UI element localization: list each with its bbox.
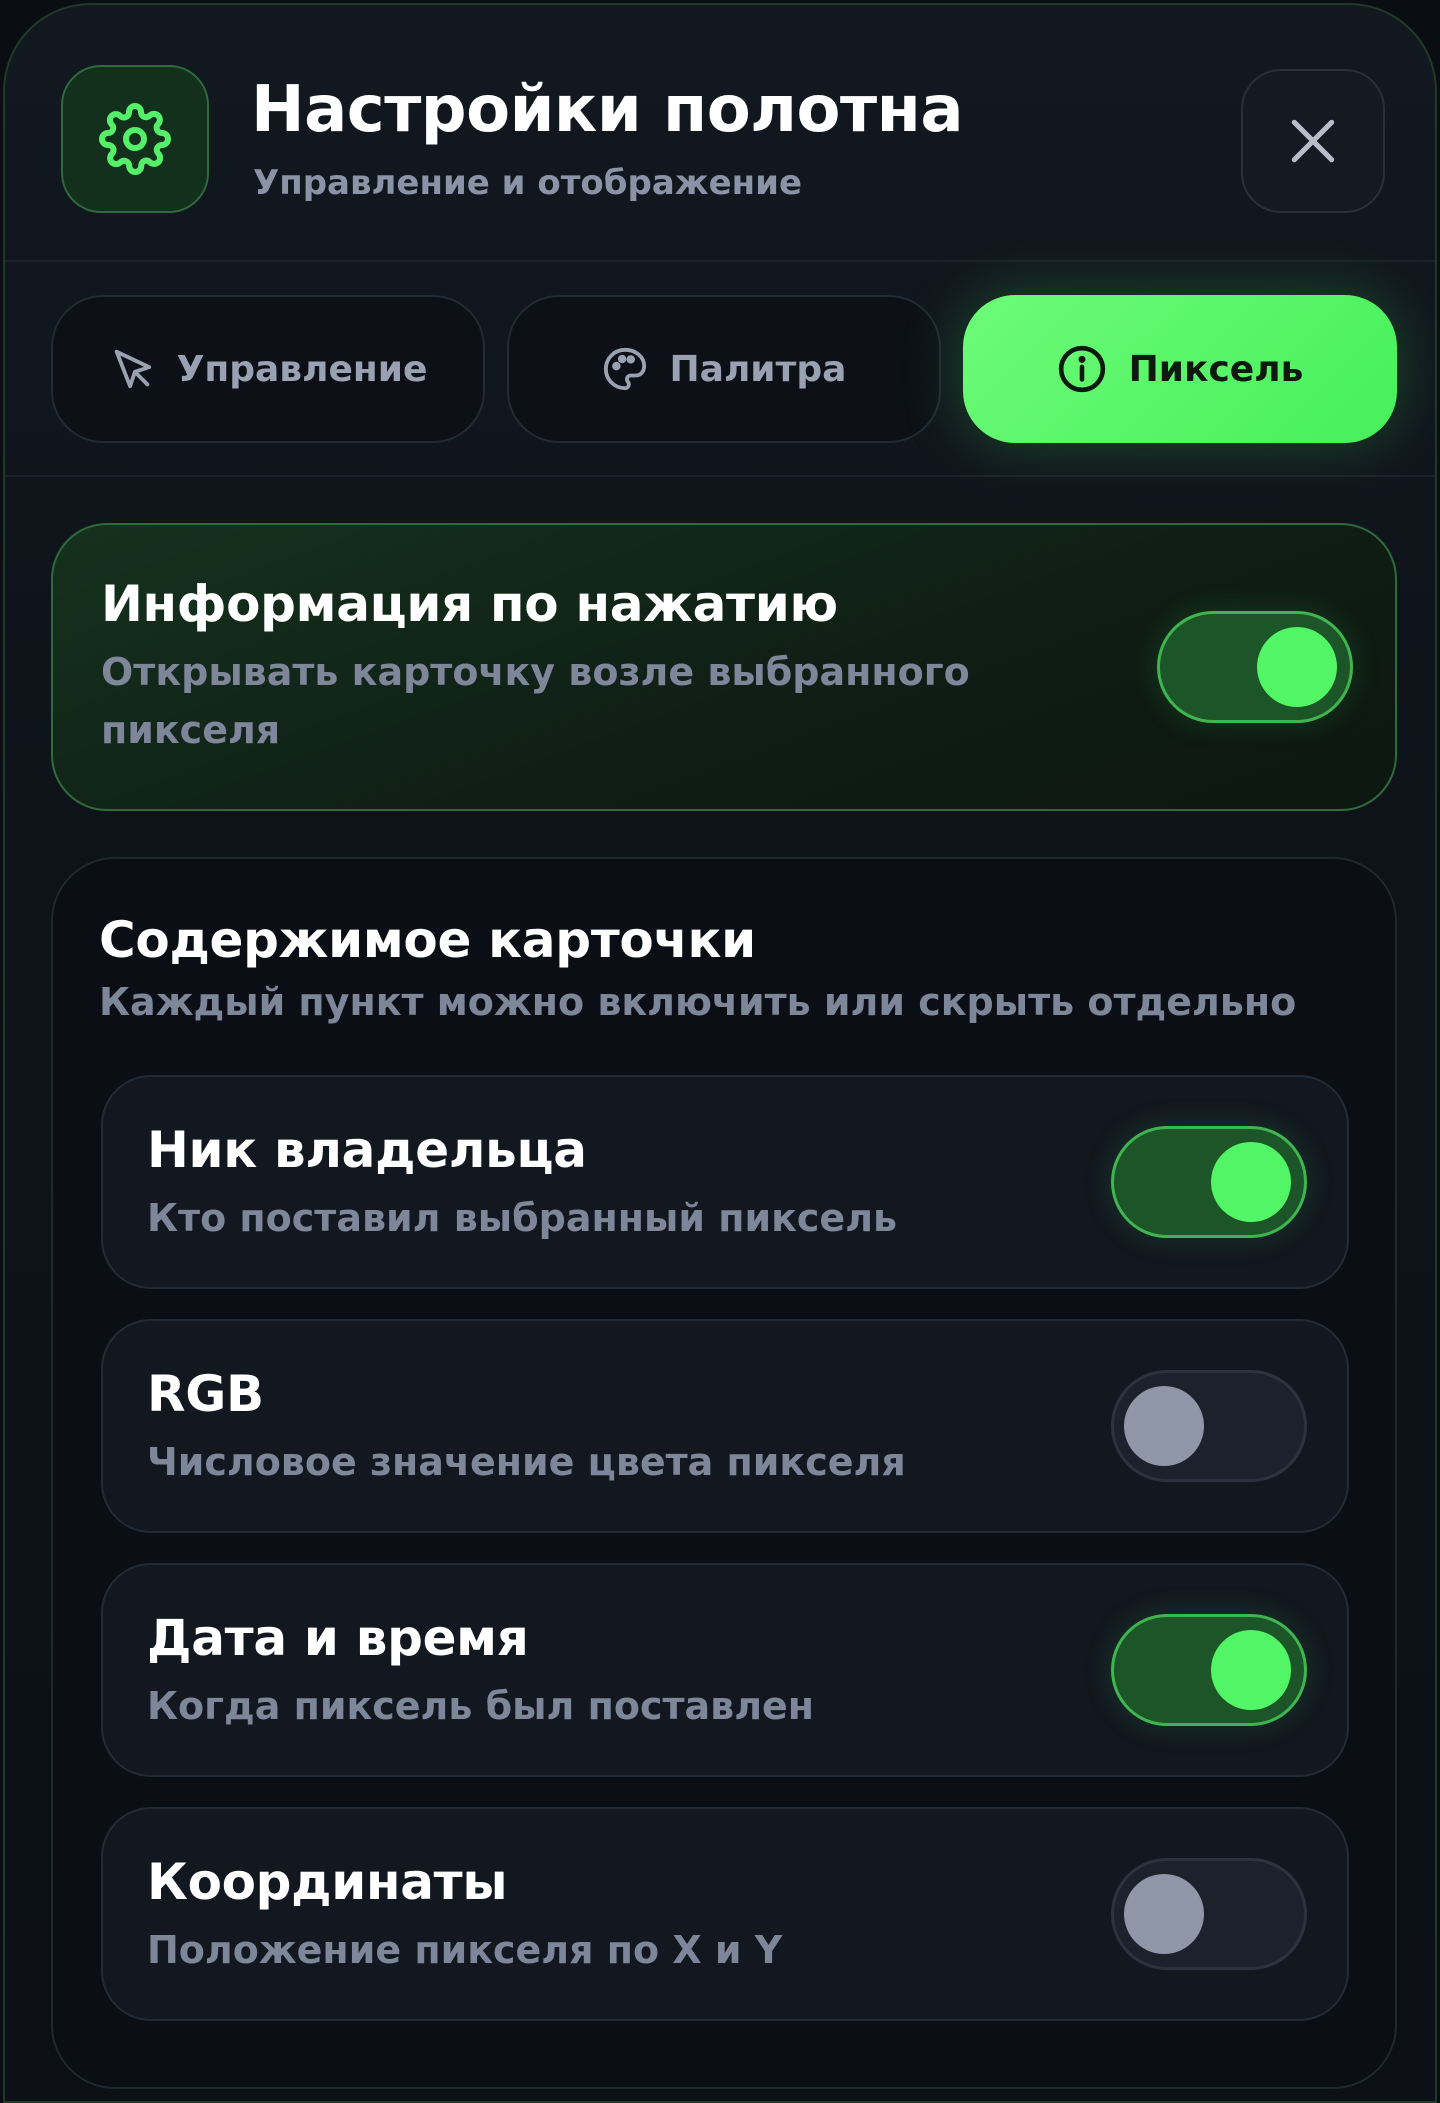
tab-controls-label: Управление	[176, 348, 428, 390]
toggle-knob	[1211, 1142, 1291, 1222]
owner-nick-title: Ник владельца	[147, 1121, 587, 1179]
rgb-toggle[interactable]	[1111, 1370, 1307, 1482]
owner-nick-row: Ник владельца Кто поставил выбранный пик…	[101, 1075, 1349, 1289]
rgb-title: RGB	[147, 1365, 264, 1423]
tab-palette[interactable]: Палитра	[507, 295, 941, 443]
close-icon	[1291, 119, 1335, 163]
coordinates-title: Координаты	[147, 1853, 508, 1911]
date-time-description: Когда пиксель был поставлен	[147, 1684, 815, 1728]
date-time-title: Дата и время	[147, 1609, 529, 1667]
date-time-row: Дата и время Когда пиксель был поставлен	[101, 1563, 1349, 1777]
close-button[interactable]	[1241, 69, 1385, 213]
info-on-click-card: Информация по нажатию Открывать карточку…	[51, 523, 1397, 811]
info-on-click-toggle[interactable]	[1157, 611, 1353, 723]
card-content-group: Содержимое карточки Каждый пункт можно в…	[51, 857, 1397, 2089]
page-subtitle: Управление и отображение	[253, 163, 803, 203]
coordinates-description: Положение пикселя по X и Y	[147, 1928, 783, 1972]
tab-pixel[interactable]: Пиксель	[963, 295, 1397, 443]
info-on-click-description-line2: пикселя	[101, 708, 281, 752]
toggle-knob	[1124, 1386, 1204, 1466]
page-title: Настройки полотна	[251, 73, 964, 147]
tab-pixel-label: Пиксель	[1128, 348, 1304, 390]
owner-nick-toggle[interactable]	[1111, 1126, 1307, 1238]
card-content-description: Каждый пункт можно включить или скрыть о…	[99, 980, 1297, 1024]
panel-header: Настройки полотна Управление и отображен…	[5, 5, 1435, 262]
date-time-toggle[interactable]	[1111, 1614, 1307, 1726]
info-on-click-description-line1: Открывать карточку возле выбранного	[101, 650, 970, 694]
info-icon	[1058, 345, 1105, 393]
rgb-description: Числовое значение цвета пикселя	[147, 1440, 906, 1484]
tab-controls[interactable]: Управление	[51, 295, 485, 443]
gear-icon	[99, 103, 171, 175]
canvas-settings-panel: Настройки полотна Управление и отображен…	[3, 3, 1437, 2103]
settings-tabs: Управление Палитра Пиксель	[5, 264, 1435, 477]
toggle-knob	[1211, 1630, 1291, 1710]
settings-icon-badge	[61, 65, 209, 213]
palette-icon	[603, 347, 646, 391]
info-on-click-title: Информация по нажатию	[101, 575, 838, 633]
info-on-click-description: Открывать карточку возле выбранного пикс…	[101, 643, 970, 759]
rgb-row: RGB Числовое значение цвета пикселя	[101, 1319, 1349, 1533]
owner-nick-description: Кто поставил выбранный пиксель	[147, 1196, 898, 1240]
tab-palette-label: Палитра	[669, 348, 847, 390]
cursor-icon	[114, 349, 151, 389]
card-content-title: Содержимое карточки	[99, 911, 756, 969]
coordinates-toggle[interactable]	[1111, 1858, 1307, 1970]
toggle-knob	[1124, 1874, 1204, 1954]
coordinates-row: Координаты Положение пикселя по X и Y	[101, 1807, 1349, 2021]
toggle-knob	[1257, 627, 1337, 707]
